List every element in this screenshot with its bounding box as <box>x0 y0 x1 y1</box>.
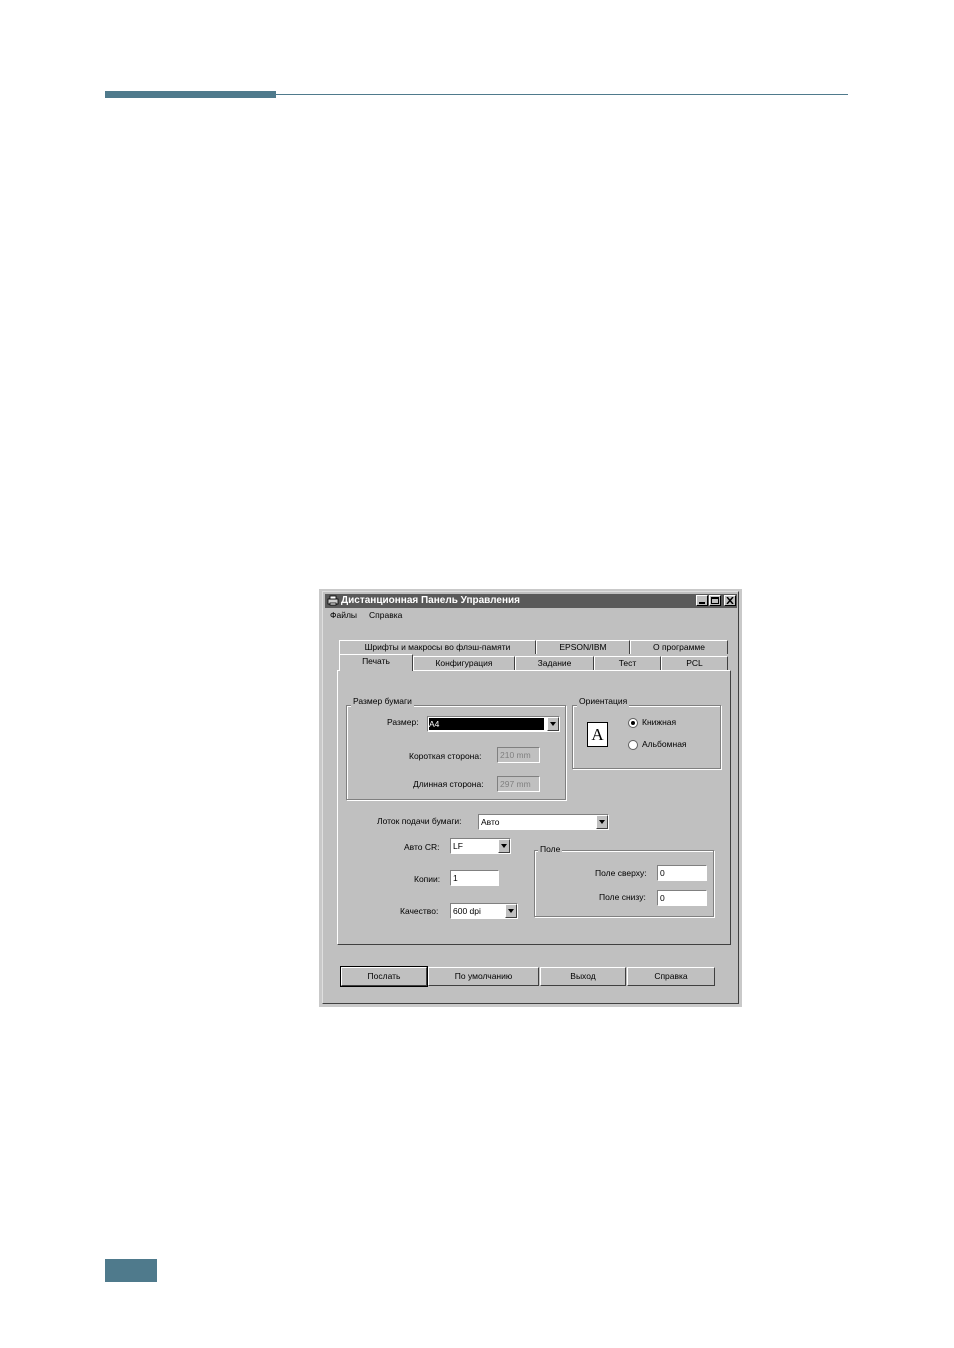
menu-files[interactable]: Файлы <box>330 610 357 622</box>
paper-size-dropdown-button[interactable] <box>547 717 559 731</box>
maximize-button[interactable] <box>709 595 721 606</box>
quality-dropdown-button[interactable] <box>505 904 517 918</box>
portrait-page-icon: A <box>587 722 608 747</box>
long-side-field: 297 mm <box>497 776 540 792</box>
header-accent-bar <box>105 91 276 98</box>
short-side-field: 210 mm <box>497 747 540 763</box>
window-title: Дистанционная Панель Управления <box>341 595 520 606</box>
header-rule <box>276 94 848 95</box>
quality-value: 600 dpi <box>453 906 481 916</box>
page-number-box <box>105 1259 157 1282</box>
auto-cr-label: Авто CR: <box>404 842 440 852</box>
portrait-label[interactable]: Книжная <box>642 717 676 728</box>
orientation-group-label: Ориентация <box>577 696 630 707</box>
chevron-down-icon <box>501 844 507 848</box>
portrait-radio[interactable] <box>628 718 638 728</box>
bottom-margin-label: Поле снизу: <box>599 892 646 902</box>
tab-print[interactable]: Печать <box>339 654 413 671</box>
tab-epson-ibm[interactable]: EPSON/IBM <box>536 640 630 654</box>
landscape-radio[interactable] <box>628 740 638 750</box>
chevron-down-icon <box>599 820 605 824</box>
top-margin-field[interactable]: 0 <box>657 865 707 881</box>
landscape-label[interactable]: Альбомная <box>642 739 687 750</box>
copies-value: 1 <box>453 873 458 883</box>
printer-icon <box>327 595 339 606</box>
short-side-label: Короткая сторона: <box>409 751 482 761</box>
tab-job[interactable]: Задание <box>515 656 594 670</box>
maximize-icon <box>711 597 719 604</box>
tab-about[interactable]: О программе <box>630 640 728 654</box>
exit-button[interactable]: Выход <box>540 967 626 986</box>
margins-group <box>534 850 714 917</box>
chevron-down-icon <box>550 722 556 726</box>
defaults-button[interactable]: По умолчанию <box>428 967 539 986</box>
auto-cr-select[interactable]: LF <box>450 838 511 854</box>
auto-cr-value: LF <box>453 841 463 851</box>
margins-group-label: Поле <box>538 844 563 855</box>
long-side-label: Длинная сторона: <box>413 779 484 789</box>
minimize-icon <box>699 602 705 604</box>
top-margin-label: Поле сверху: <box>595 868 647 878</box>
minimize-button[interactable] <box>696 595 708 606</box>
close-icon <box>726 597 734 604</box>
quality-select[interactable]: 600 dpi <box>450 903 518 919</box>
menu-help[interactable]: Справка <box>369 610 402 622</box>
paper-size-value: A4 <box>429 718 544 730</box>
short-side-value: 210 mm <box>500 750 531 760</box>
send-button[interactable]: Послать <box>340 966 428 987</box>
chevron-down-icon <box>508 909 514 913</box>
paper-size-group-label: Размер бумаги <box>351 696 414 707</box>
paper-size-select[interactable]: A4 <box>427 716 560 732</box>
tray-value: Авто <box>481 817 500 827</box>
top-margin-value: 0 <box>660 868 665 878</box>
size-label: Размер: <box>387 717 419 727</box>
tab-flash-fonts[interactable]: Шрифты и макросы во флэш-памяти <box>339 640 536 654</box>
tray-select[interactable]: Авто <box>478 814 609 830</box>
close-button[interactable] <box>724 595 736 606</box>
tab-test[interactable]: Тест <box>594 656 661 670</box>
tray-dropdown-button[interactable] <box>596 815 608 829</box>
help-button[interactable]: Справка <box>627 967 715 986</box>
auto-cr-dropdown-button[interactable] <box>498 839 510 853</box>
copies-label: Копии: <box>414 874 441 884</box>
quality-label: Качество: <box>400 906 439 916</box>
tab-configuration[interactable]: Конфигурация <box>413 656 515 670</box>
bottom-margin-value: 0 <box>660 893 665 903</box>
tray-label: Лоток подачи бумаги: <box>377 816 462 826</box>
bottom-margin-field[interactable]: 0 <box>657 890 707 906</box>
long-side-value: 297 mm <box>500 779 531 789</box>
copies-field[interactable]: 1 <box>450 870 499 886</box>
tab-pcl[interactable]: PCL <box>661 656 728 670</box>
